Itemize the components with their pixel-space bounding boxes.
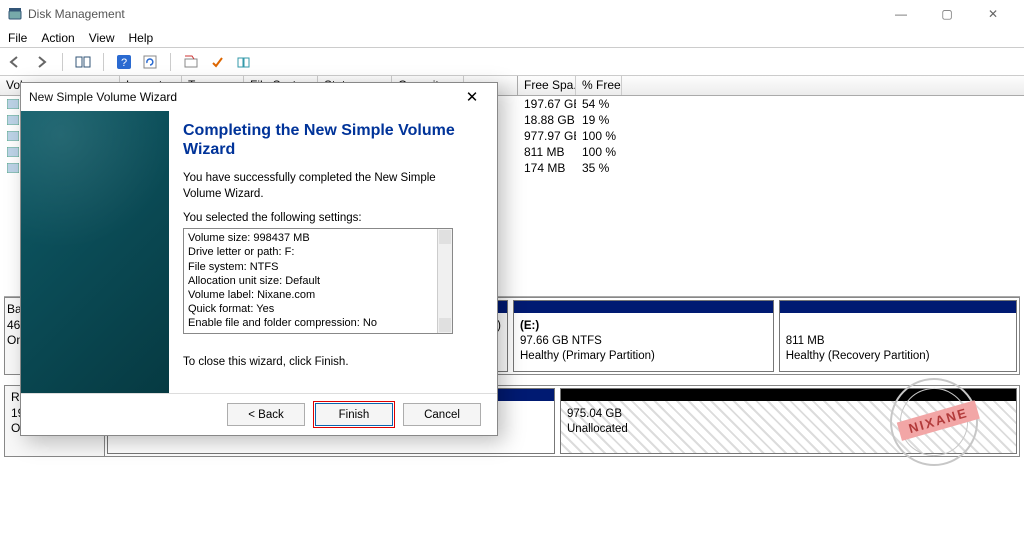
partition-title: (E:) [520, 320, 539, 332]
partition-size: 811 MB [786, 334, 1010, 349]
toolbar-action-c-icon[interactable] [233, 52, 253, 72]
disk0-label: Ba 46 On [5, 298, 21, 374]
partition-size: 97.66 GB NTFS [520, 334, 767, 349]
wizard-dialog: New Simple Volume Wizard ✕ Completing th… [20, 82, 498, 436]
cell-pfree: 100 % [576, 145, 622, 159]
setting-line: Volume size: 998437 MB [188, 231, 448, 245]
partition-status: Healthy (Recovery Partition) [786, 349, 1010, 364]
close-icon[interactable]: ✕ [455, 84, 489, 110]
cell-free: 811 MB [518, 145, 576, 159]
menu-file[interactable]: File [8, 31, 27, 45]
menu-action[interactable]: Action [41, 31, 74, 45]
window-close-button[interactable]: ✕ [970, 0, 1016, 28]
toolbar-action-b-icon[interactable] [207, 52, 227, 72]
cancel-button[interactable]: Cancel [403, 403, 481, 426]
setting-line: File system: NTFS [188, 260, 448, 274]
cell-pfree: 35 % [576, 161, 622, 175]
setting-line: Drive letter or path: F: [188, 245, 448, 259]
app-icon [8, 7, 22, 21]
partition-status: Healthy (Primary Partition) [520, 349, 767, 364]
finish-button[interactable]: Finish [315, 403, 393, 426]
wizard-button-row: < Back Finish Cancel [21, 393, 497, 435]
window-titlebar: Disk Management — ▢ ✕ [0, 0, 1024, 28]
partition-status: Unallocated [567, 422, 1010, 437]
partition-unallocated[interactable]: 975.04 GB Unallocated [560, 388, 1017, 454]
cell-free: 18.88 GB [518, 113, 576, 127]
col-freespace[interactable]: Free Spa... [518, 76, 576, 95]
partition-size: 975.04 GB [567, 407, 1010, 422]
toolbar-action-a-icon[interactable] [181, 52, 201, 72]
wizard-message: You have successfully completed the New … [183, 171, 477, 202]
toolbar-split-icon[interactable] [73, 52, 93, 72]
menu-help[interactable]: Help [129, 31, 154, 45]
setting-line: Allocation unit size: Default [188, 274, 448, 288]
cell-free: 197.67 GB [518, 97, 576, 111]
cell-free: 977.97 GB [518, 129, 576, 143]
setting-line: Enable file and folder compression: No [188, 316, 448, 330]
toolbar-refresh-icon[interactable] [140, 52, 160, 72]
svg-text:?: ? [121, 57, 127, 69]
window-title: Disk Management [28, 7, 878, 21]
window-minimize-button[interactable]: — [878, 0, 924, 28]
nav-back-button[interactable] [6, 52, 26, 72]
col-pctfree[interactable]: % Free [576, 76, 622, 95]
wizard-subheading: You selected the following settings: [183, 212, 477, 224]
setting-line: Volume label: Nixane.com [188, 288, 448, 302]
wizard-settings-list[interactable]: Volume size: 998437 MB Drive letter or p… [183, 228, 453, 334]
scrollbar[interactable] [437, 229, 452, 333]
toolbar: ? [0, 48, 1024, 76]
menubar: File Action View Help [0, 28, 1024, 48]
cell-free: 174 MB [518, 161, 576, 175]
cell-pfree: 19 % [576, 113, 622, 127]
partition-e[interactable]: (E:) 97.66 GB NTFS Healthy (Primary Part… [513, 300, 774, 372]
cell-pfree: 100 % [576, 129, 622, 143]
menu-view[interactable]: View [89, 31, 115, 45]
window-maximize-button[interactable]: ▢ [924, 0, 970, 28]
wizard-banner [21, 111, 169, 393]
toolbar-help-icon[interactable]: ? [114, 52, 134, 72]
cell-pfree: 54 % [576, 97, 622, 111]
nav-forward-button[interactable] [32, 52, 52, 72]
partition-recovery[interactable]: 811 MB Healthy (Recovery Partition) [779, 300, 1017, 372]
setting-line: Quick format: Yes [188, 302, 448, 316]
wizard-heading: Completing the New Simple Volume Wizard [183, 121, 477, 159]
back-button[interactable]: < Back [227, 403, 305, 426]
wizard-finish-note: To close this wizard, click Finish. [183, 356, 477, 368]
